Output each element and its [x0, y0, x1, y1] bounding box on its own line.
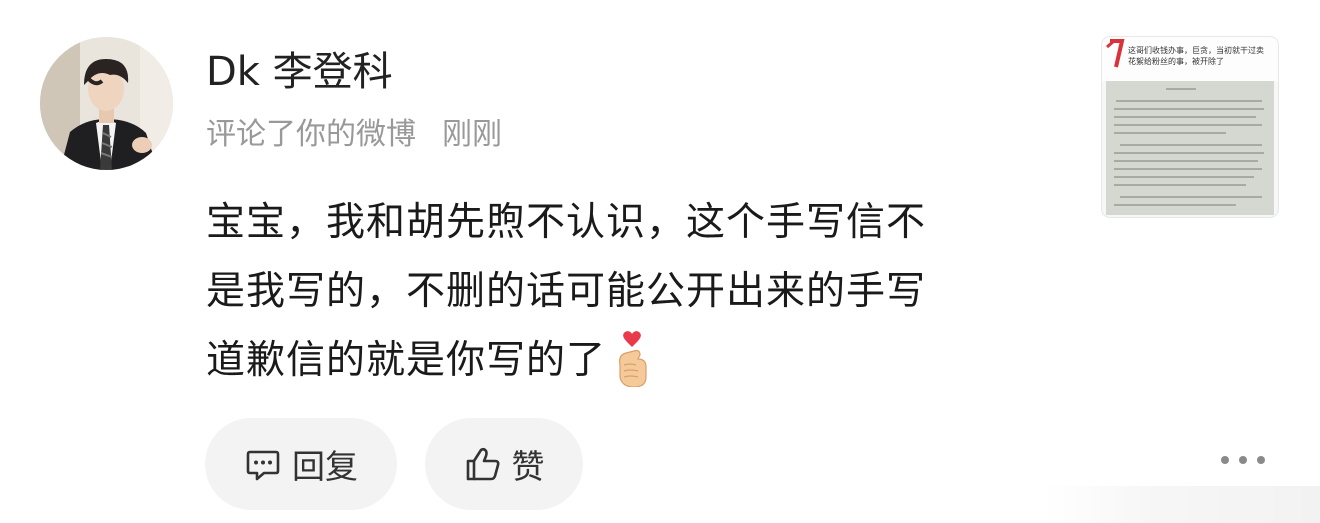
more-dots-icon[interactable]	[1221, 450, 1265, 470]
bottom-fade	[1045, 486, 1320, 523]
like-label: 赞	[511, 447, 545, 486]
username[interactable]: Dk 李登科	[206, 44, 393, 100]
red-quote-icon	[1106, 39, 1125, 68]
original-post-thumbnail[interactable]: 这哥们收钱办事，巨贪，当初就干过卖 花絮给粉丝的事，被开除了	[1102, 37, 1278, 217]
thumbnail-header: 这哥们收钱办事，巨贪，当初就干过卖 花絮给粉丝的事，被开除了	[1102, 37, 1278, 81]
comment-meta: 评论了你的微博 刚刚	[206, 113, 502, 157]
finger-heart-icon	[610, 331, 654, 388]
handwritten-letter-image	[1106, 81, 1274, 215]
avatar[interactable]	[40, 37, 173, 170]
timestamp: 刚刚	[442, 117, 502, 152]
comment-text: 宝宝，我和胡先煦不认识，这个手写信不 是我写的，不删的话可能公开出来的手写 道歉…	[206, 188, 1026, 395]
thumbnail-snippet-line: 花絮给粉丝的事，被开除了	[1128, 57, 1224, 66]
comment-icon	[244, 445, 282, 483]
action-text: 评论了你的微博	[206, 117, 416, 152]
comment-line: 是我写的，不删的话可能公开出来的手写	[206, 269, 927, 314]
user-avatar-photo	[40, 37, 173, 170]
comment-line-last: 道歉信的就是你写的了	[206, 326, 1026, 395]
thumbs-up-icon	[464, 445, 502, 483]
comment-line: 宝宝，我和胡先煦不认识，这个手写信不	[206, 200, 927, 245]
comment-line-text: 道歉信的就是你写的了	[206, 338, 607, 383]
reply-button[interactable]: 回复	[205, 418, 397, 510]
thumbnail-snippet: 这哥们收钱办事，巨贪，当初就干过卖 花絮给粉丝的事，被开除了	[1128, 45, 1274, 67]
like-button[interactable]: 赞	[425, 418, 583, 510]
reply-label: 回复	[292, 447, 358, 486]
thumbnail-snippet-line: 这哥们收钱办事，巨贪，当初就干过卖	[1128, 46, 1264, 55]
